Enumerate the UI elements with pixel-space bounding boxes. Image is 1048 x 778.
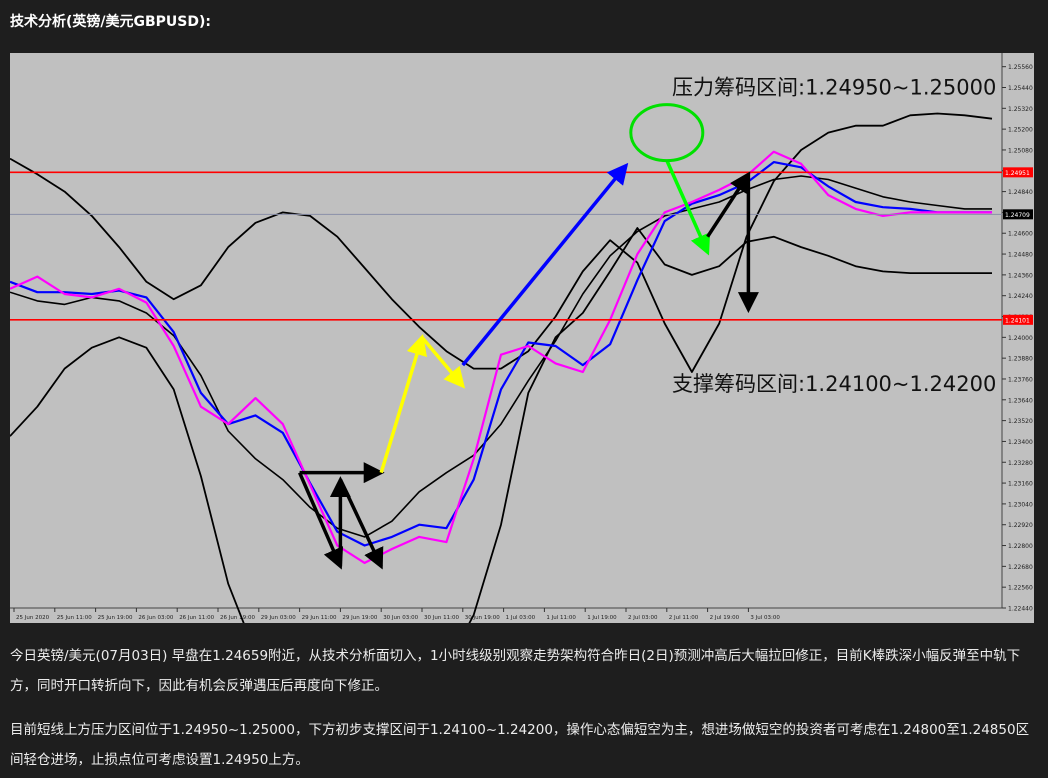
x-tick-label: 25 Jun 2020	[16, 615, 50, 621]
analysis-paragraph-1: 今日英镑/美元(07月03日) 早盘在1.24659附近，从技术分析面切入，1小…	[10, 648, 1021, 694]
trend-arrow	[379, 333, 428, 474]
level-price-label: 1.24951	[1005, 170, 1030, 177]
y-tick-label: 1.23040	[1008, 501, 1033, 508]
x-tick-label: 2 Jul 19:00	[710, 615, 740, 621]
y-tick-label: 1.22560	[1008, 585, 1033, 592]
x-tick-label: 2 Jul 11:00	[669, 615, 699, 621]
y-tick-label: 1.23520	[1008, 418, 1033, 425]
y-tick-label: 1.24360	[1008, 272, 1033, 279]
x-tick-label: 26 Jun 03:00	[138, 615, 173, 621]
y-tick-label: 1.25320	[1008, 106, 1033, 113]
y-tick-label: 1.23880	[1008, 356, 1033, 363]
y-tick-label: 1.23280	[1008, 460, 1033, 467]
y-tick-label: 1.22680	[1008, 564, 1033, 571]
x-tick-label: 26 Jun 19:00	[220, 615, 255, 621]
x-tick-label: 30 Jun 11:00	[424, 615, 459, 621]
x-tick-label: 1 Jul 19:00	[587, 615, 617, 621]
y-tick-label: 1.22920	[1008, 522, 1033, 529]
level-price-label: 1.24101	[1005, 317, 1030, 324]
x-tick-label: 1 Jul 03:00	[506, 615, 536, 621]
analysis-paragraph-2: 目前短线上方压力区间位于1.24950~1.25000，下方初步支撑区间于1.2…	[10, 722, 1030, 768]
trend-arrow	[420, 336, 466, 389]
price-chart: 1.25560 1.25440 1.25320 1.25200 1.25080 1.249…	[10, 53, 1034, 623]
x-tick-label: 2 Jul 03:00	[628, 615, 658, 621]
y-tick-label: 1.25080	[1008, 147, 1033, 154]
y-tick-label: 1.25440	[1008, 85, 1033, 92]
x-tick-label: 3 Jul 03:00	[750, 615, 780, 621]
x-tick-label: 29 Jun 03:00	[261, 615, 296, 621]
y-tick-label: 1.25200	[1008, 127, 1033, 134]
x-tick-label: 1 Jul 11:00	[546, 615, 576, 621]
resistance-highlight-circle	[629, 103, 705, 163]
chart-container: 1.25560 1.25440 1.25320 1.25200 1.25080 1.249…	[10, 53, 1034, 623]
magenta-ma-line	[10, 150, 992, 564]
y-tick-label: 1.24240	[1008, 293, 1033, 300]
x-tick-label: 26 Jun 11:00	[179, 615, 214, 621]
y-tick-label: 1.24000	[1008, 335, 1033, 342]
x-tick-label: 25 Jun 19:00	[98, 615, 133, 621]
y-tick-label: 1.25560	[1008, 64, 1033, 71]
page-heading: 技术分析(英镑/美元GBPUSD):	[10, 14, 212, 30]
trend-arrow	[297, 471, 344, 570]
x-tick-label: 29 Jun 19:00	[342, 615, 377, 621]
bollinger-upper-line	[10, 112, 993, 373]
y-tick-label: 1.22800	[1008, 543, 1033, 550]
y-tick-label: 1.23160	[1008, 481, 1033, 488]
y-tick-label: 1.24600	[1008, 231, 1033, 238]
y-tick-label: 1.24840	[1008, 189, 1033, 196]
y-tick-label: 1.22440	[1008, 606, 1033, 613]
x-tick-label: 30 Jun 03:00	[383, 615, 418, 621]
bollinger-lower-line	[10, 227, 992, 623]
trend-arrow	[706, 171, 751, 238]
y-tick-label: 1.23640	[1008, 397, 1033, 404]
x-tick-label: 29 Jun 11:00	[302, 615, 337, 621]
support-zone-label: 支撑筹码区间:1.24100~1.24200	[672, 372, 996, 396]
y-tick-label: 1.24480	[1008, 252, 1033, 259]
y-tick-label: 1.23400	[1008, 439, 1033, 446]
level-price-label: 1.24709	[1005, 212, 1030, 219]
resistance-zone-label: 压力筹码区间:1.24950~1.25000	[672, 75, 996, 99]
y-tick-label: 1.23760	[1008, 376, 1033, 383]
x-tick-label: 25 Jun 11:00	[57, 615, 92, 621]
trend-arrow	[338, 478, 384, 570]
